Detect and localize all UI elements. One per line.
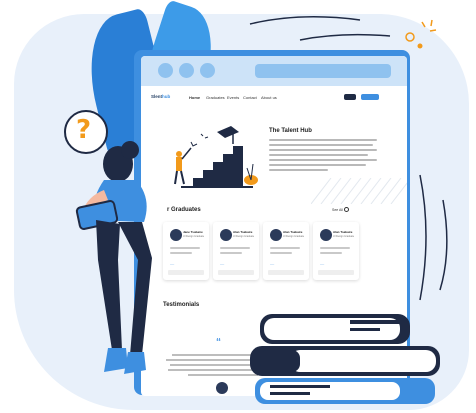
window-dot xyxy=(158,63,173,78)
graduate-card: Alan Tsabaire UI Design Graduate ___ xyxy=(263,222,309,280)
graduate-role: UI Design Graduate xyxy=(283,235,305,238)
nav-item-home: Home xyxy=(189,95,201,100)
site-nav: Slenthub Home Graduates Events Contact A… xyxy=(151,94,391,106)
graduate-role: UI Design Graduate xyxy=(233,235,255,238)
hero-title: The Talent Hub xyxy=(269,128,312,134)
avatar xyxy=(270,229,282,241)
graduates-title: r Graduates xyxy=(167,207,201,213)
browser-chrome xyxy=(141,56,407,86)
graduate-role: UI Design Graduate xyxy=(183,235,205,238)
graduate-name: Alan Tsabaire xyxy=(333,230,353,234)
avatar xyxy=(320,229,332,241)
site-logo: Slenthub xyxy=(151,94,170,99)
graduate-card: Alan Tsabaire UI Design Graduate ___ xyxy=(213,222,259,280)
see-all-link: See All xyxy=(332,208,343,212)
graduate-name: Alan Tsabaire xyxy=(233,230,253,234)
logo-accent: hub xyxy=(162,94,171,99)
stairs-illustration xyxy=(174,126,258,188)
address-bar xyxy=(255,64,391,78)
avatar xyxy=(170,229,182,241)
nav-item-graduates: Graduates xyxy=(206,95,225,100)
card-footer xyxy=(318,270,354,275)
woman-illustration xyxy=(75,141,152,374)
nav-item-events: Events xyxy=(227,95,240,100)
card-link: ___ xyxy=(170,262,175,265)
graduate-name: Alan Tsabaire xyxy=(283,230,303,234)
nav-item-about: About us xyxy=(261,95,277,100)
card-link: ___ xyxy=(270,262,275,265)
login-button xyxy=(344,94,356,100)
avatar xyxy=(220,229,232,241)
card-footer xyxy=(268,270,304,275)
graduate-name: Jane Tsabaire xyxy=(183,230,203,234)
arrow-right-icon xyxy=(344,207,349,212)
question-icon: ? xyxy=(76,115,92,145)
graduate-role: UI Design Graduate xyxy=(333,235,355,238)
nav-item-contact: Contact xyxy=(243,95,257,100)
hero-section: The Talent Hub xyxy=(141,116,407,216)
hero-pattern xyxy=(311,178,407,204)
card-footer xyxy=(168,270,204,275)
window-dot xyxy=(200,63,215,78)
logo-main: Slent xyxy=(151,94,163,99)
window-dot xyxy=(179,63,194,78)
hero-paragraph xyxy=(269,139,377,174)
signup-button xyxy=(361,94,379,100)
book-stack xyxy=(250,314,440,404)
card-link: ___ xyxy=(220,262,225,265)
graduate-card: Alan Tsabaire UI Design Graduate ___ xyxy=(313,222,359,280)
card-footer xyxy=(218,270,254,275)
quote-icon: “ xyxy=(216,337,221,348)
card-link: ___ xyxy=(320,262,325,265)
